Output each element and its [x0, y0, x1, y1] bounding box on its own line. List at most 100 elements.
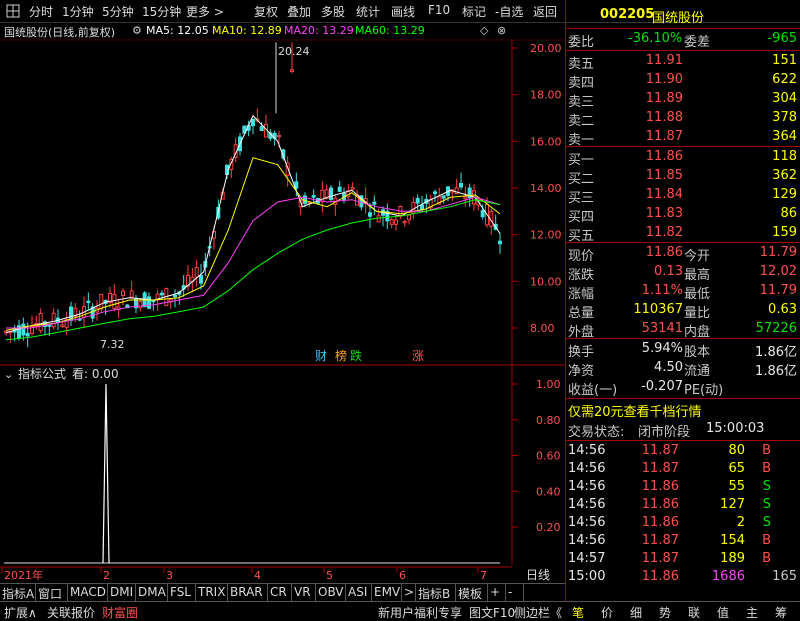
fundamental-label: PE(动)	[684, 383, 724, 398]
indicator-tab[interactable]: FSL	[170, 585, 191, 599]
indicator-tab[interactable]: 模板	[458, 585, 482, 602]
detail-tab[interactable]: 主	[746, 604, 758, 621]
weibi-row: 委比 -36.10% 委差 -965	[566, 30, 800, 50]
detail-tab[interactable]: 笔	[572, 604, 584, 621]
period-label[interactable]: 日线	[526, 568, 550, 582]
indicator-tab[interactable]: 窗口	[38, 585, 62, 602]
diejia-button[interactable]: 叠加	[287, 3, 311, 20]
back-button[interactable]: 返回	[533, 3, 557, 20]
tick-price: 11.86	[641, 569, 679, 584]
fundamental-value: 1.86亿	[755, 364, 797, 379]
huaxian-button[interactable]: 画线	[391, 3, 415, 20]
indicator-tab[interactable]: BRAR	[230, 585, 263, 599]
bid-volume: 86	[780, 206, 797, 221]
indicator-dropdown-icon[interactable]: ⌄	[4, 368, 13, 381]
date-tick-label: 2	[103, 569, 110, 582]
indicator-tab[interactable]: EMV	[374, 585, 400, 599]
candle-body	[112, 293, 117, 309]
tab-15min[interactable]: 15分钟	[142, 3, 181, 20]
biaoji-button[interactable]: 标记	[462, 3, 486, 20]
indicator-tab[interactable]: OBV	[318, 585, 344, 599]
quote-panel: 002205 国统股份 委比 -36.10% 委差 -965 卖五 11.91 15…	[565, 0, 800, 620]
indicator-spike	[102, 383, 110, 564]
ask-volume: 364	[772, 129, 797, 144]
grid-menu-icon[interactable]	[6, 4, 20, 18]
f10-graphic-tab[interactable]: 图文F10	[469, 604, 515, 621]
tick-price: 11.87	[641, 533, 679, 548]
tick-side: B	[762, 461, 771, 476]
f10-button[interactable]: F10	[428, 3, 450, 17]
marker-die[interactable]: 跌	[350, 348, 362, 363]
indicator-tab[interactable]: DMI	[110, 585, 133, 599]
indicator-tab[interactable]: VR	[294, 585, 311, 599]
detail-tab[interactable]: 筹	[775, 604, 787, 621]
detail-tab[interactable]: 值	[717, 604, 729, 621]
tick-side: S	[762, 479, 771, 494]
tab-1min[interactable]: 1分钟	[62, 3, 94, 20]
candlesticks	[4, 42, 502, 348]
fundamental-label: 流通	[684, 364, 711, 379]
indicator-tab[interactable]: +	[490, 585, 500, 599]
candle-body	[129, 290, 134, 298]
tab-more[interactable]: 更多 >	[186, 3, 224, 20]
promo-row[interactable]: 仅需20元查看千档行情	[566, 400, 800, 420]
price-tick-label: 16.00	[530, 135, 562, 148]
wealth-circle-tab[interactable]: 财富圈	[102, 604, 138, 621]
ma-line-ma5	[5, 114, 501, 334]
zixuan-button[interactable]: -自选	[495, 3, 523, 20]
promo-link[interactable]: 仅需20元查看千档行情	[568, 401, 702, 420]
ma-line-ma20	[6, 196, 501, 329]
candle-body	[259, 126, 264, 131]
related-quotes-tab[interactable]: 关联报价	[47, 604, 95, 621]
indicator-tab[interactable]: TRIX	[198, 585, 225, 599]
indicator-title[interactable]: 指标公式	[18, 366, 66, 381]
candle-body	[368, 212, 372, 217]
price-axis: 20.00 18.00 16.00 14.00 12.00 10.00 8.00	[512, 42, 562, 335]
stat-row: 涨幅 1.11% 最低 11.79	[566, 282, 800, 302]
trade-state-label: 交易状态:	[568, 425, 625, 440]
candle-body	[415, 197, 420, 204]
fuquan-button[interactable]: 复权	[254, 3, 278, 20]
tongji-button[interactable]: 统计	[356, 3, 380, 20]
fundamental-value: -0.207	[641, 379, 683, 394]
trade-state-row: 交易状态: 闭市阶段 15:00:03	[566, 420, 800, 440]
marker-cai[interactable]: 财	[315, 349, 327, 363]
detail-tab[interactable]: 联	[688, 604, 700, 621]
bid-label: 买一	[568, 153, 595, 168]
tick-volume: 2	[736, 515, 745, 530]
new-user-welfare[interactable]: 新用户福利专享	[378, 604, 462, 621]
bid-label: 买三	[568, 191, 595, 206]
indicator-tab[interactable]: ASI	[348, 585, 367, 599]
bid-price: 11.82	[645, 225, 683, 240]
tick-side: S	[762, 497, 771, 512]
indicator-tab[interactable]: 指标A	[2, 585, 34, 602]
tab-5min[interactable]: 5分钟	[102, 3, 134, 20]
bid-volume: 362	[772, 168, 797, 183]
tick-price: 11.87	[641, 443, 679, 458]
marker-zhang[interactable]: 涨	[412, 348, 424, 363]
tick-volume: 80	[728, 443, 745, 458]
fundamental-value: 5.94%	[641, 341, 683, 356]
tab-fenshi[interactable]: 分时	[29, 3, 53, 20]
fundamental-label: 收益(一)	[568, 383, 618, 398]
stat-label: 量比	[684, 306, 711, 321]
expand-button[interactable]: 扩展∧	[4, 604, 37, 621]
indicator-tab[interactable]: >	[404, 585, 414, 599]
duogu-button[interactable]: 多股	[321, 3, 345, 20]
high-label: 20.24	[278, 45, 310, 58]
candle-body	[121, 290, 125, 297]
stat-value: 0.13	[654, 264, 683, 279]
indicator-tab[interactable]: DMA	[138, 585, 166, 599]
kline-chart[interactable]: 20.00 18.00 16.00 14.00 12.00 10.00 8.00 20.24…	[0, 22, 565, 582]
date-axis: 2021年 2 3 4 5 6 7	[1, 567, 487, 582]
detail-tab[interactable]: 细	[630, 604, 642, 621]
detail-tab[interactable]: 势	[659, 604, 671, 621]
sidebar-toggle[interactable]: 侧边栏《	[514, 604, 562, 621]
indicator-tab[interactable]: CR	[270, 585, 287, 599]
indicator-tab[interactable]: -	[508, 585, 512, 599]
stat-row: 总量 110367 量比 0.63	[566, 301, 800, 321]
detail-tab[interactable]: 价	[601, 604, 613, 621]
indicator-tab[interactable]: 指标B	[418, 585, 450, 602]
marker-bang[interactable]: 榜	[335, 348, 347, 363]
indicator-tab[interactable]: MACD	[70, 585, 106, 599]
